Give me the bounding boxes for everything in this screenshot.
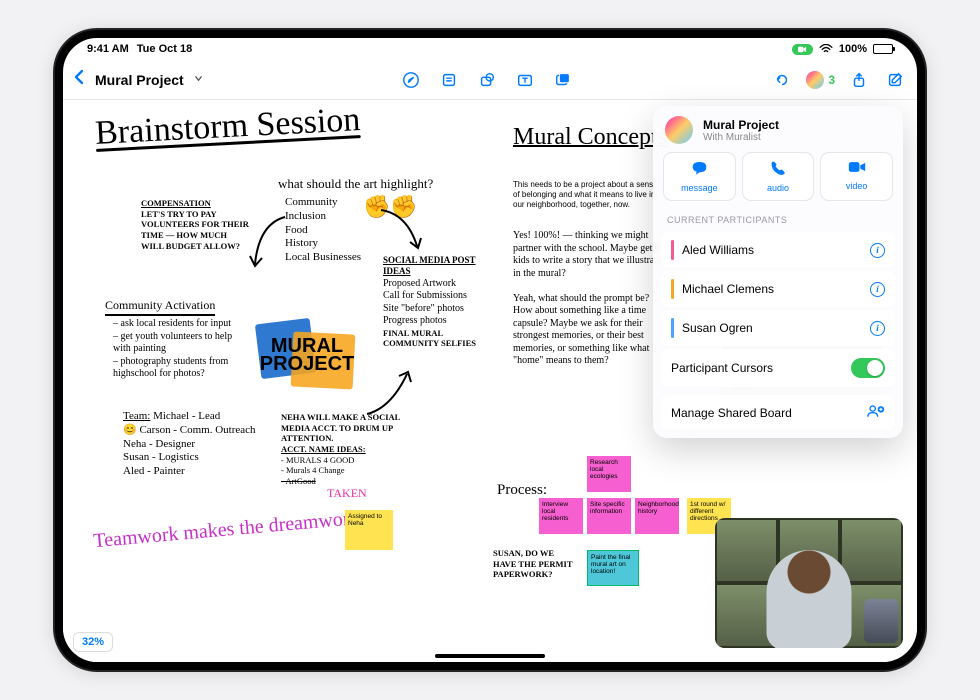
zoom-level[interactable]: 32% — [73, 632, 113, 652]
heading-brainstorm: Brainstorm Session — [94, 101, 361, 152]
undo-button[interactable] — [770, 68, 794, 92]
participants-button[interactable]: 3 — [806, 71, 835, 89]
share-panel: Mural Project With Muralist message audi… — [653, 106, 903, 438]
pencil-tool[interactable] — [399, 68, 423, 92]
share-button[interactable] — [847, 68, 871, 92]
video-icon — [848, 160, 866, 178]
collaborate-icon — [867, 404, 885, 421]
social-ideas: SOCIAL MEDIA POST IDEAS Proposed Artwork… — [383, 255, 493, 349]
shape-tool[interactable] — [475, 68, 499, 92]
info-icon[interactable]: i — [870, 321, 885, 336]
cursors-toggle[interactable] — [851, 358, 885, 378]
note-tool[interactable] — [437, 68, 461, 92]
sticky-research[interactable]: Research local ecologies — [587, 456, 631, 492]
info-icon[interactable]: i — [870, 243, 885, 258]
participant-color — [671, 318, 674, 338]
app-toolbar: Mural Project 3 — [63, 60, 917, 100]
status-time: 9:41 AM — [87, 43, 129, 55]
team-list: Team: Michael - Lead 😊 Carson - Comm. Ou… — [123, 410, 273, 479]
wifi-icon — [819, 44, 833, 54]
message-icon — [691, 160, 708, 180]
activation-list: – ask local residents for input – get yo… — [113, 318, 243, 381]
facetime-self-view[interactable] — [864, 599, 898, 643]
sticky-assigned[interactable]: Assigned to Neha — [345, 510, 393, 550]
teamwork-note: Teamwork makes the dreamwork!! — [93, 508, 374, 551]
highlight-list: Community Inclusion Food History Local B… — [285, 196, 361, 265]
media-tool[interactable] — [551, 68, 575, 92]
camera-icon — [798, 45, 807, 54]
manage-shared-board-row[interactable]: Manage Shared Board — [661, 395, 895, 430]
text-tool[interactable] — [513, 68, 537, 92]
ipad-screen: 9:41 AM Tue Oct 18 100% Mural Project — [63, 38, 917, 662]
participants-section-label: CURRENT PARTICIPANTS — [653, 211, 903, 229]
audio-button[interactable]: audio — [742, 152, 815, 201]
participant-name: Michael Clemens — [682, 282, 774, 296]
participant-row-2[interactable]: Susan Ogren i — [661, 310, 895, 346]
battery-percent: 100% — [839, 43, 867, 55]
sticky-history[interactable]: Neighborhood history — [635, 498, 679, 534]
sticky-paintfinal[interactable]: Paint the final mural art on location! — [587, 550, 639, 586]
ipad-frame: 9:41 AM Tue Oct 18 100% Mural Project — [55, 30, 925, 670]
susan-note: SUSAN, DO WE HAVE THE PERMIT PAPERWORK? — [493, 548, 573, 580]
highlight-title: what should the art highlight? — [278, 176, 433, 192]
participant-cursors-row[interactable]: Participant Cursors — [661, 349, 895, 387]
participant-name: Aled Williams — [682, 243, 754, 257]
participant-row-0[interactable]: Aled Williams i — [661, 232, 895, 268]
sticky-siteinfo[interactable]: Site specific information — [587, 498, 631, 534]
arrow-1 — [247, 214, 289, 279]
compensation-block: COMPENSATION LET'S TRY TO PAY VOLUNTEERS… — [141, 198, 251, 251]
fist-emoji: ✊✊ — [363, 194, 418, 220]
mural-project-logo: MURAL PROJECT — [248, 315, 366, 395]
heading-concepts: Mural Concepts — [513, 124, 667, 151]
concept-note: This needs to be a project about a sense… — [513, 180, 663, 210]
message-button[interactable]: message — [663, 152, 736, 201]
back-button[interactable] — [73, 69, 85, 90]
battery-icon — [873, 44, 893, 54]
participant-color — [671, 279, 674, 299]
sticky-interview[interactable]: Interview local residents — [539, 498, 583, 534]
concept-reply: Yes! 100%! — thinking we might partner w… — [513, 230, 668, 368]
participant-name: Susan Ogren — [682, 321, 753, 335]
home-indicator[interactable] — [435, 654, 545, 658]
share-panel-subtitle: With Muralist — [703, 132, 779, 143]
share-panel-title: Mural Project — [703, 118, 779, 132]
compose-button[interactable] — [883, 68, 907, 92]
phone-icon — [770, 160, 786, 180]
participant-color — [671, 240, 674, 260]
video-button[interactable]: video — [820, 152, 893, 201]
participant-count: 3 — [828, 73, 835, 87]
process-label: Process: — [497, 482, 547, 499]
document-title[interactable]: Mural Project — [95, 72, 184, 88]
facetime-pip[interactable] — [715, 518, 903, 648]
participant-row-1[interactable]: Michael Clemens i — [661, 271, 895, 307]
ios-status-bar: 9:41 AM Tue Oct 18 100% — [63, 38, 917, 60]
participant-avatar — [806, 71, 824, 89]
facetime-participant — [767, 550, 852, 648]
status-date: Tue Oct 18 — [137, 43, 192, 55]
title-chevron-icon[interactable] — [194, 74, 203, 86]
activation-title: Community Activation — [105, 298, 215, 316]
share-panel-avatar — [665, 116, 693, 144]
social-acct-block: NEHA WILL MAKE A SOCIAL MEDIA ACCT. TO D… — [281, 412, 416, 501]
info-icon[interactable]: i — [870, 282, 885, 297]
camera-active-indicator[interactable] — [792, 44, 813, 55]
